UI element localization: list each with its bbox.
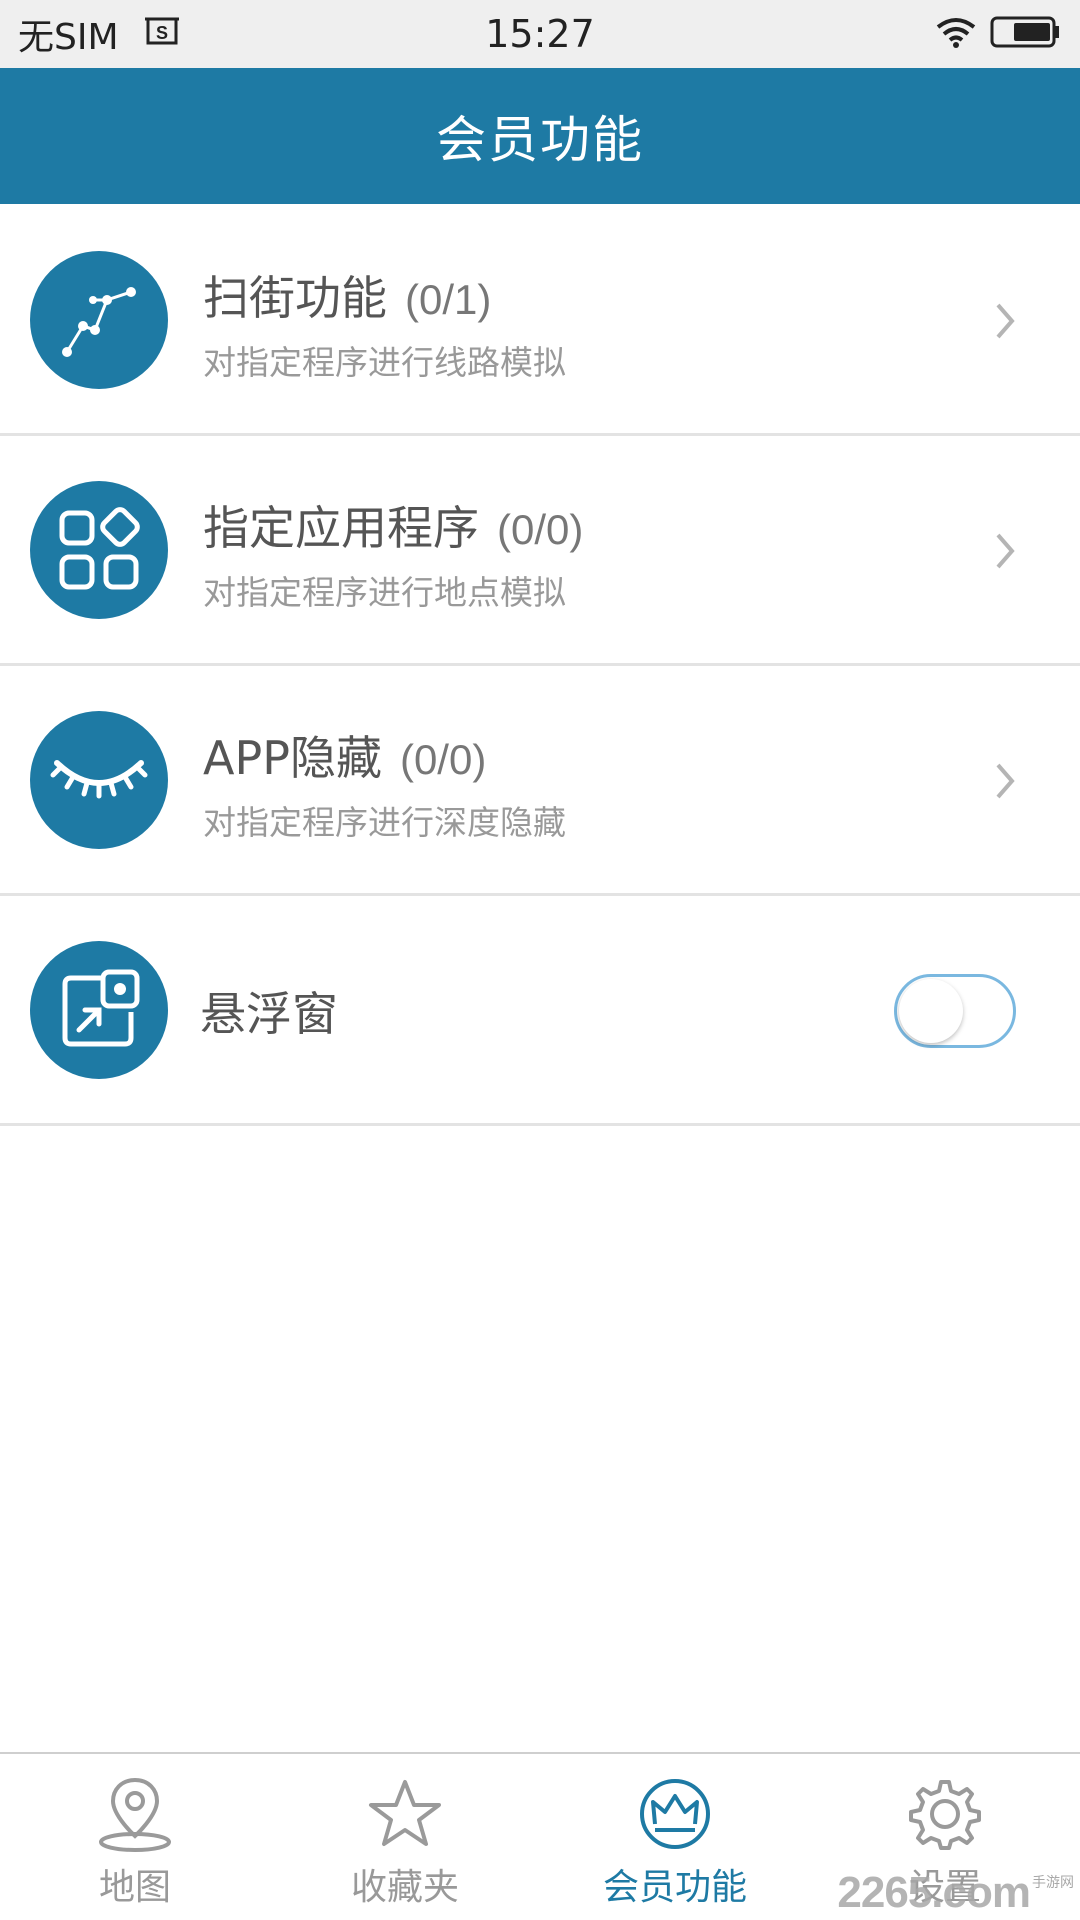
map-pin-icon (95, 1774, 175, 1854)
page-title: 会员功能 (436, 111, 644, 169)
watermark-logo: 2265.com 手游网 (837, 1868, 1074, 1918)
star-icon (365, 1774, 445, 1854)
nav-item-map[interactable]: 地图 (0, 1754, 270, 1920)
list-item-app-hide[interactable]: APP隐藏 (0/0) 对指定程序进行深度隐藏 (0, 666, 1080, 896)
app-header: 会员功能 (0, 68, 1080, 204)
nav-item-favorites[interactable]: 收藏夹 (270, 1754, 540, 1920)
wifi-icon (934, 15, 978, 53)
route-icon (30, 251, 168, 389)
chevron-right-icon (996, 533, 1015, 569)
member-features-screen: 无SIM S 15:27 会员功能 扫街功能 (0/1) 对指定程序进行线路模拟… (0, 0, 1080, 1920)
toggle-knob (899, 979, 963, 1043)
list-item-floating-window: 悬浮窗 (0, 896, 1080, 1126)
row-title-line: APP隐藏 (0/0) (203, 722, 486, 788)
list-item-specified-apps[interactable]: 指定应用程序 (0/0) 对指定程序进行地点模拟 (0, 436, 1080, 666)
row-title-line: 指定应用程序 (0/0) (203, 492, 583, 558)
row-count: (0/1) (405, 276, 492, 323)
status-right (934, 0, 1060, 68)
status-bar: 无SIM S 15:27 (0, 0, 1080, 68)
floating-window-icon (30, 941, 168, 1079)
feature-list: 扫街功能 (0/1) 对指定程序进行线路模拟 指定应用程序 (0/0) 对指定程… (0, 206, 1080, 1126)
nav-item-member[interactable]: 会员功能 (540, 1754, 810, 1920)
nav-label: 地图 (98, 1867, 171, 1908)
chevron-right-icon (996, 763, 1015, 799)
apps-grid-icon (30, 481, 168, 619)
list-item-street-scan[interactable]: 扫街功能 (0/1) 对指定程序进行线路模拟 (0, 206, 1080, 436)
row-title: 悬浮窗 (200, 987, 338, 1041)
nav-label: 收藏夹 (350, 1867, 459, 1908)
watermark-brand: 2265.com (837, 1868, 1031, 1917)
row-subtitle: 对指定程序进行深度隐藏 (203, 803, 566, 842)
status-time: 15:27 (485, 12, 595, 56)
row-title: 扫街功能 (203, 271, 387, 325)
row-subtitle: 对指定程序进行线路模拟 (203, 343, 566, 382)
row-subtitle: 对指定程序进行地点模拟 (203, 573, 566, 612)
watermark-subtext: 手游网 (1032, 1875, 1074, 1891)
nav-label: 会员功能 (602, 1867, 747, 1908)
closed-eye-icon (30, 711, 168, 849)
row-title: APP隐藏 (203, 731, 382, 785)
row-title-line: 扫街功能 (0/1) (203, 262, 491, 328)
crown-icon (635, 1774, 715, 1854)
row-count: (0/0) (399, 736, 487, 783)
gear-icon (905, 1774, 985, 1854)
chevron-right-icon (996, 303, 1015, 339)
floating-window-toggle[interactable] (894, 974, 1016, 1048)
row-title: 指定应用程序 (203, 501, 479, 555)
battery-icon (990, 16, 1060, 52)
row-count: (0/0) (497, 506, 584, 553)
bottom-nav: 地图 收藏夹 会员功能 设置 2265.com 手游网 (0, 1752, 1080, 1920)
